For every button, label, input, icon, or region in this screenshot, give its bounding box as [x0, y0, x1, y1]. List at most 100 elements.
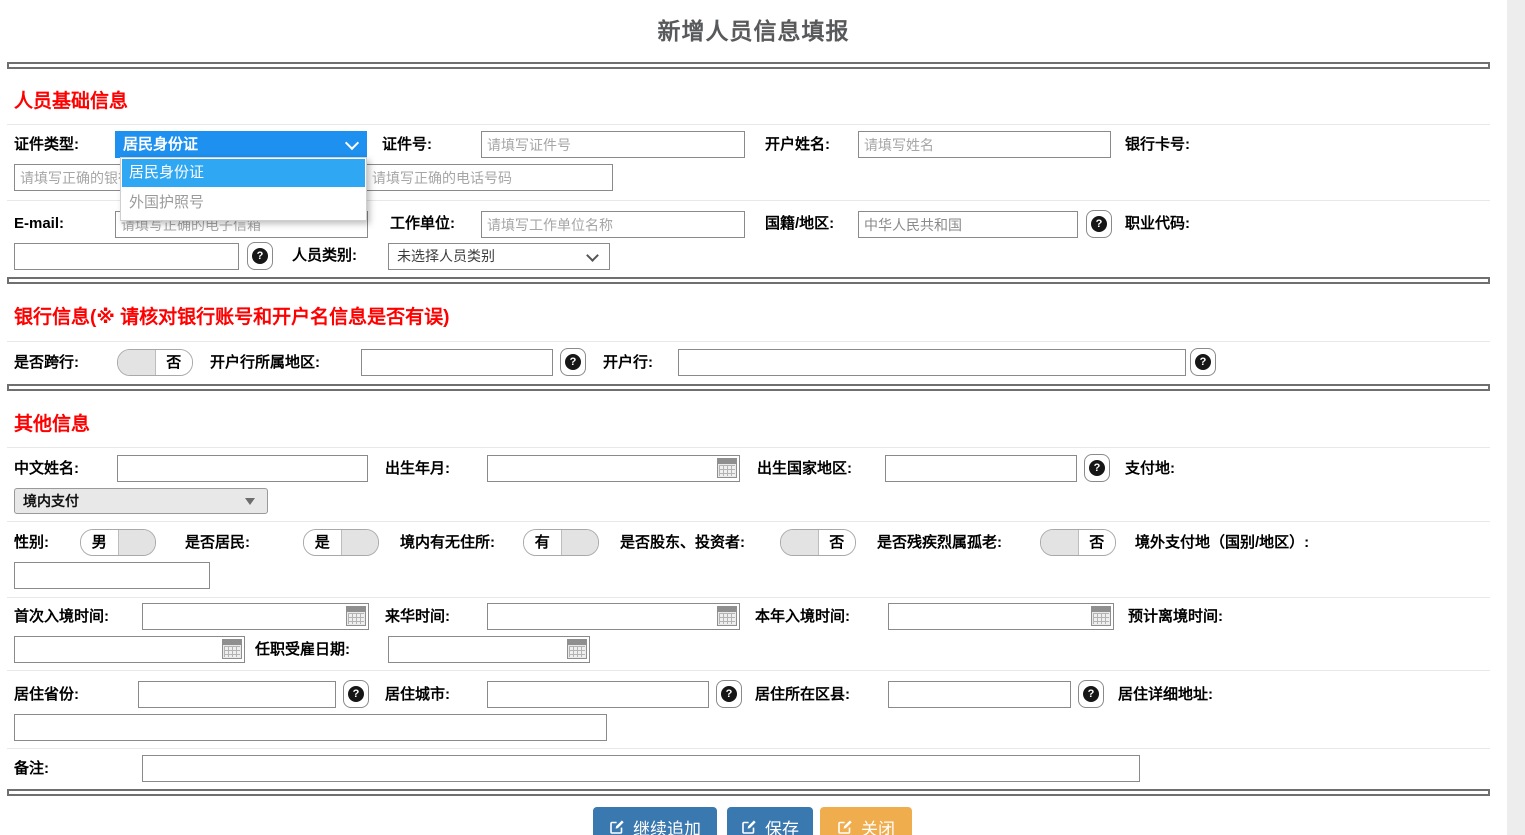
- id-no-input[interactable]: [481, 131, 745, 158]
- city-label: 居住城市:: [385, 681, 450, 708]
- toggle-track: [118, 350, 156, 375]
- divider-section: [7, 384, 1490, 391]
- calendar-icon[interactable]: [567, 639, 587, 659]
- form-panel: 新增人员信息填报 人员基础信息 证件类型: 居民身份证 证件号: 开户姓名: 银…: [0, 0, 1507, 835]
- domestic-residence-toggle-value: 有: [524, 530, 561, 555]
- employment-date-input[interactable]: [388, 636, 590, 663]
- cross-bank-toggle[interactable]: 否: [117, 349, 193, 376]
- address-input[interactable]: [14, 714, 607, 741]
- row-separator: [7, 597, 1490, 598]
- email-label: E-mail:: [14, 210, 64, 237]
- pay-place-select[interactable]: 境内支付: [14, 488, 268, 514]
- save-label: 保存: [765, 815, 799, 835]
- district-label: 居住所在区县:: [755, 681, 850, 708]
- province-help-button[interactable]: ?: [343, 680, 369, 708]
- occupation-label: 职业代码:: [1125, 210, 1190, 237]
- id-type-dropdown-list: 居民身份证 外国护照号: [120, 157, 367, 221]
- bank-name-help-button[interactable]: ?: [1190, 348, 1216, 376]
- id-type-select[interactable]: 居民身份证: [115, 131, 367, 158]
- first-entry-field: [142, 603, 369, 630]
- remark-input[interactable]: [142, 755, 1140, 782]
- overseas-pay-label: 境外支付地（国别/地区）:: [1135, 529, 1309, 556]
- dropdown-option-foreign-passport[interactable]: 外国护照号: [122, 189, 365, 217]
- close-label: 关闭: [861, 815, 895, 835]
- is-resident-toggle[interactable]: 是: [303, 529, 379, 556]
- calendar-icon[interactable]: [717, 606, 737, 626]
- continue-add-label: 继续追加: [633, 815, 701, 835]
- arrival-label: 来华时间:: [385, 603, 450, 630]
- person-type-selected-value: 未选择人员类别: [397, 248, 495, 264]
- bank-region-help-button[interactable]: ?: [560, 348, 586, 376]
- cross-bank-toggle-value: 否: [156, 350, 193, 375]
- question-icon: ?: [348, 686, 364, 702]
- cross-bank-label: 是否跨行:: [14, 349, 79, 376]
- is-shareholder-label: 是否股东、投资者:: [620, 529, 745, 556]
- bank-name-label: 开户行:: [603, 349, 653, 376]
- birth-date-field: [487, 455, 740, 482]
- address-label: 居住详细地址:: [1118, 681, 1213, 708]
- close-button[interactable]: 关闭: [820, 807, 912, 835]
- page: 新增人员信息填报 人员基础信息 证件类型: 居民身份证 证件号: 开户姓名: 银…: [0, 0, 1525, 835]
- toggle-track: [781, 530, 819, 555]
- section-heading-basic: 人员基础信息: [14, 90, 128, 114]
- nationality-help-button[interactable]: ?: [1086, 210, 1112, 238]
- chinese-name-input[interactable]: [117, 455, 368, 482]
- section-heading-other: 其他信息: [14, 413, 90, 437]
- is-shareholder-toggle[interactable]: 否: [780, 529, 856, 556]
- employment-date-label: 任职受雇日期:: [255, 636, 350, 663]
- nationality-input[interactable]: [858, 211, 1078, 238]
- province-label: 居住省份:: [14, 681, 79, 708]
- is-disabled-toggle[interactable]: 否: [1040, 529, 1116, 556]
- section-heading-bank: 银行信息(※ 请核对银行账号和开户名信息是否有误): [14, 306, 449, 330]
- person-type-select[interactable]: 未选择人员类别: [388, 243, 610, 270]
- id-type-label: 证件类型:: [14, 131, 79, 158]
- occupation-help-button[interactable]: ?: [247, 242, 273, 270]
- phone-input[interactable]: [366, 164, 613, 191]
- bank-card-label: 银行卡号:: [1125, 131, 1190, 158]
- work-unit-label: 工作单位:: [390, 210, 455, 237]
- calendar-icon[interactable]: [1091, 606, 1111, 626]
- overseas-pay-input[interactable]: [14, 562, 210, 589]
- domestic-residence-label: 境内有无住所:: [400, 529, 495, 556]
- calendar-icon[interactable]: [717, 458, 737, 478]
- question-icon: ?: [1195, 354, 1211, 370]
- gender-label: 性别:: [14, 529, 49, 556]
- city-input[interactable]: [487, 681, 709, 708]
- province-input[interactable]: [138, 681, 336, 708]
- birth-date-input[interactable]: [487, 455, 740, 482]
- bank-name-input[interactable]: [678, 349, 1186, 376]
- calendar-icon[interactable]: [346, 606, 366, 626]
- work-unit-input[interactable]: [481, 211, 745, 238]
- continue-add-button[interactable]: 继续追加: [593, 807, 717, 835]
- page-background-strip: [1507, 0, 1525, 835]
- district-help-button[interactable]: ?: [1078, 680, 1104, 708]
- birth-date-label: 出生年月:: [385, 455, 450, 482]
- domestic-residence-toggle[interactable]: 有: [523, 529, 599, 556]
- id-no-label: 证件号:: [382, 131, 432, 158]
- edit-icon: [837, 819, 853, 835]
- dropdown-option-resident-id[interactable]: 居民身份证: [122, 159, 365, 189]
- occupation-input[interactable]: [14, 243, 239, 270]
- year-entry-input[interactable]: [888, 603, 1114, 630]
- account-name-input[interactable]: [858, 131, 1111, 158]
- divider-bottom: [7, 789, 1490, 796]
- toggle-track: [561, 530, 599, 555]
- birth-country-input[interactable]: [885, 455, 1077, 482]
- birth-country-help-button[interactable]: ?: [1084, 454, 1110, 482]
- city-help-button[interactable]: ?: [716, 680, 742, 708]
- arrival-input[interactable]: [487, 603, 740, 630]
- departure-input[interactable]: [14, 636, 245, 663]
- calendar-icon[interactable]: [222, 639, 242, 659]
- district-input[interactable]: [888, 681, 1071, 708]
- question-icon: ?: [565, 354, 581, 370]
- question-icon: ?: [1089, 460, 1105, 476]
- first-entry-input[interactable]: [142, 603, 369, 630]
- question-icon: ?: [1091, 216, 1107, 232]
- departure-field: [14, 636, 245, 663]
- gender-toggle[interactable]: 男: [80, 529, 156, 556]
- toggle-track: [1041, 530, 1079, 555]
- year-entry-label: 本年入境时间:: [755, 603, 850, 630]
- bank-region-input[interactable]: [361, 349, 553, 376]
- nationality-label: 国籍/地区:: [765, 210, 834, 237]
- save-button[interactable]: 保存: [727, 807, 813, 835]
